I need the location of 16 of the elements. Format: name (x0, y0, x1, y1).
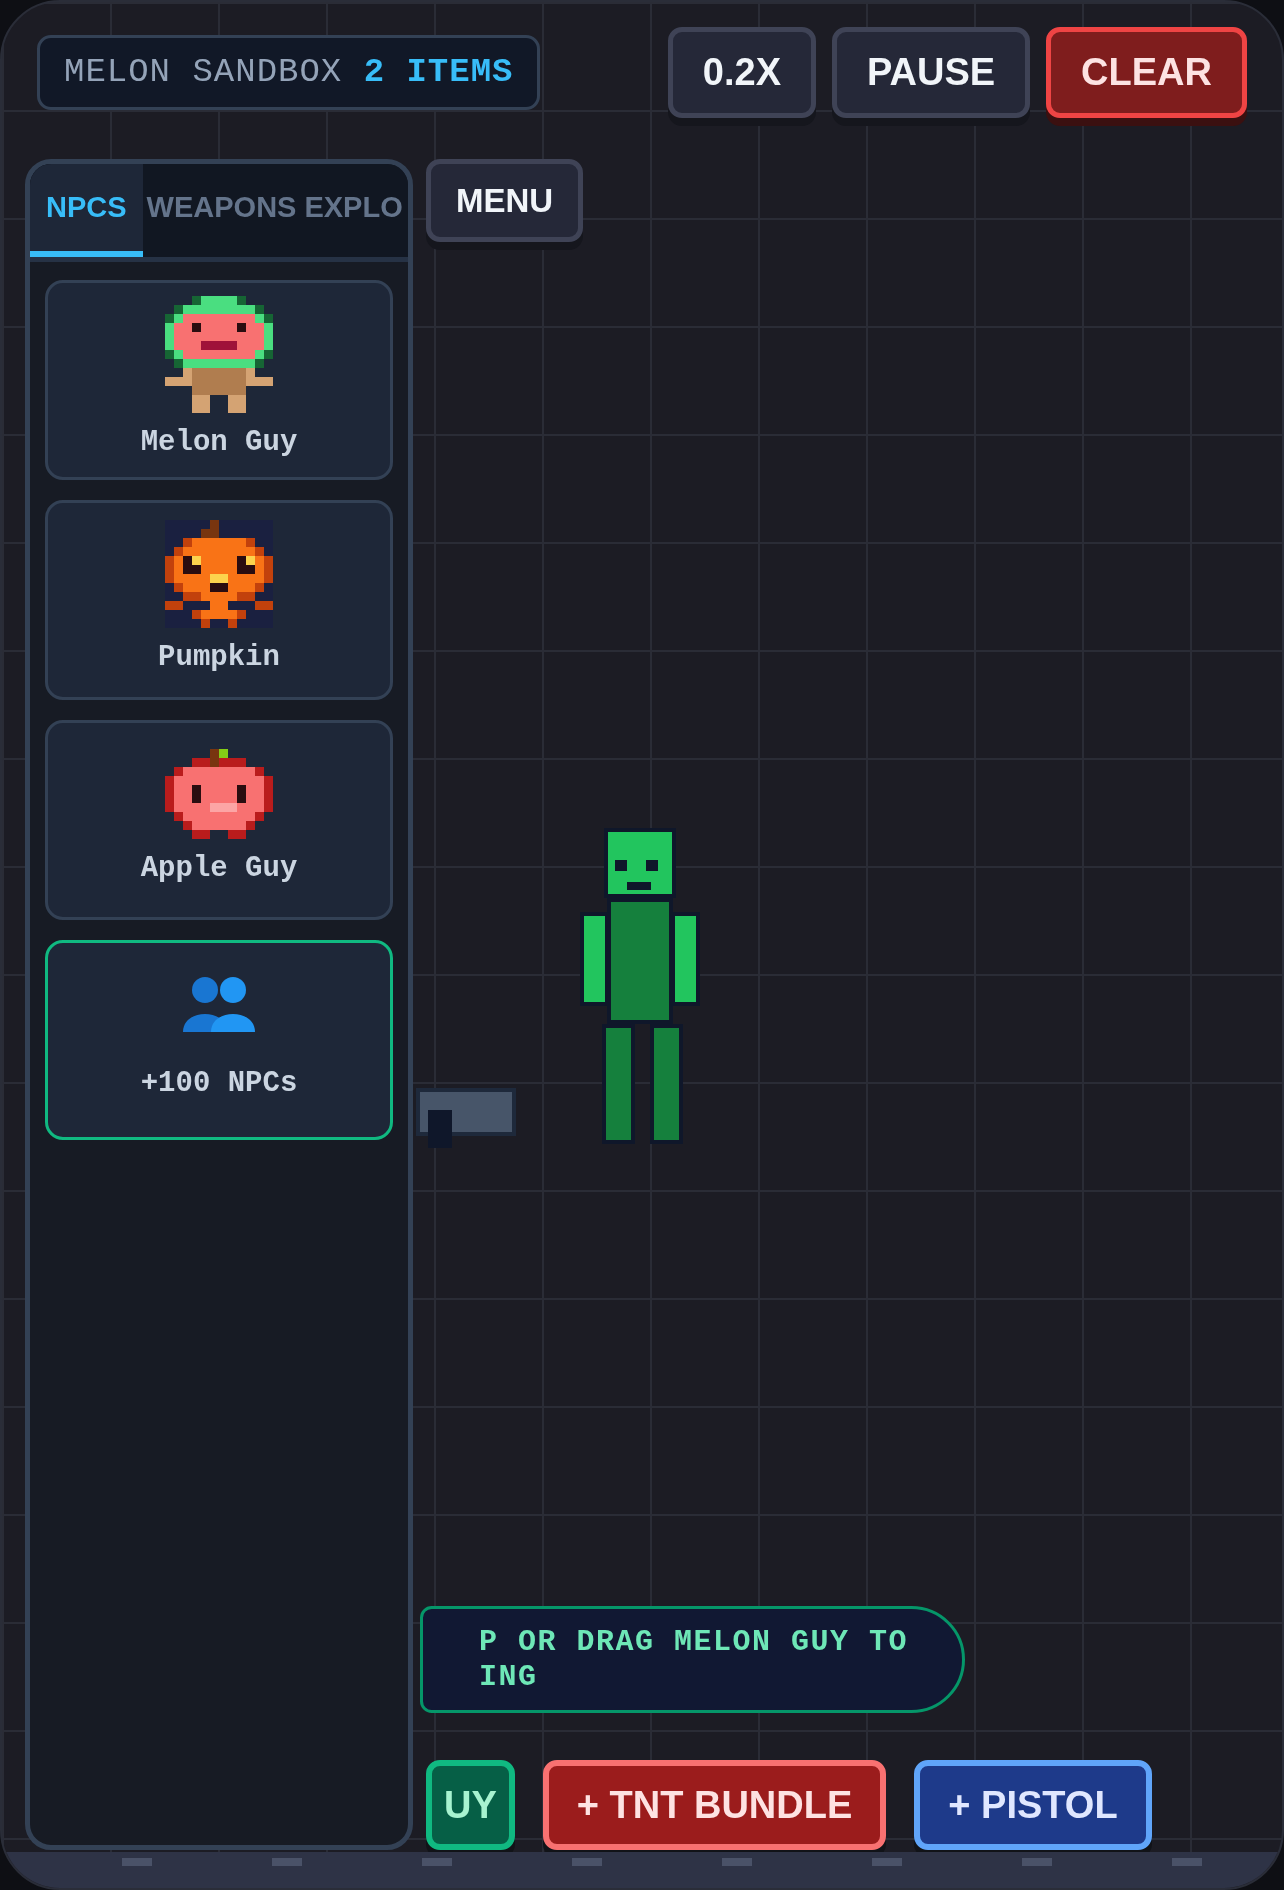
category-tab[interactable]: NPCS (30, 164, 143, 257)
category-tab[interactable]: WEAPONS (142, 164, 301, 257)
spawn-button[interactable]: UY (426, 1760, 515, 1851)
spawn-button[interactable]: + PISTOL (914, 1760, 1152, 1851)
pumpkin-character-icon (165, 520, 273, 629)
category-tab[interactable]: EXPLO (300, 164, 407, 257)
npc-card[interactable]: Melon Guy (45, 280, 393, 480)
hint-banner: P OR DRAG MELON GUY TO ING (420, 1606, 965, 1714)
people-icon (183, 974, 255, 1033)
npc-card[interactable]: Pumpkin (45, 500, 393, 700)
apple-character-icon (165, 749, 273, 840)
spawn-button[interactable]: + TNT BUNDLE (542, 1760, 887, 1851)
npc-card[interactable]: Apple Guy (45, 720, 393, 920)
npc-card[interactable]: +100 NPCs (45, 940, 393, 1140)
title-badge: MELON SANDBOX 2 ITEMS (37, 35, 541, 110)
melon-character-icon (165, 295, 273, 413)
